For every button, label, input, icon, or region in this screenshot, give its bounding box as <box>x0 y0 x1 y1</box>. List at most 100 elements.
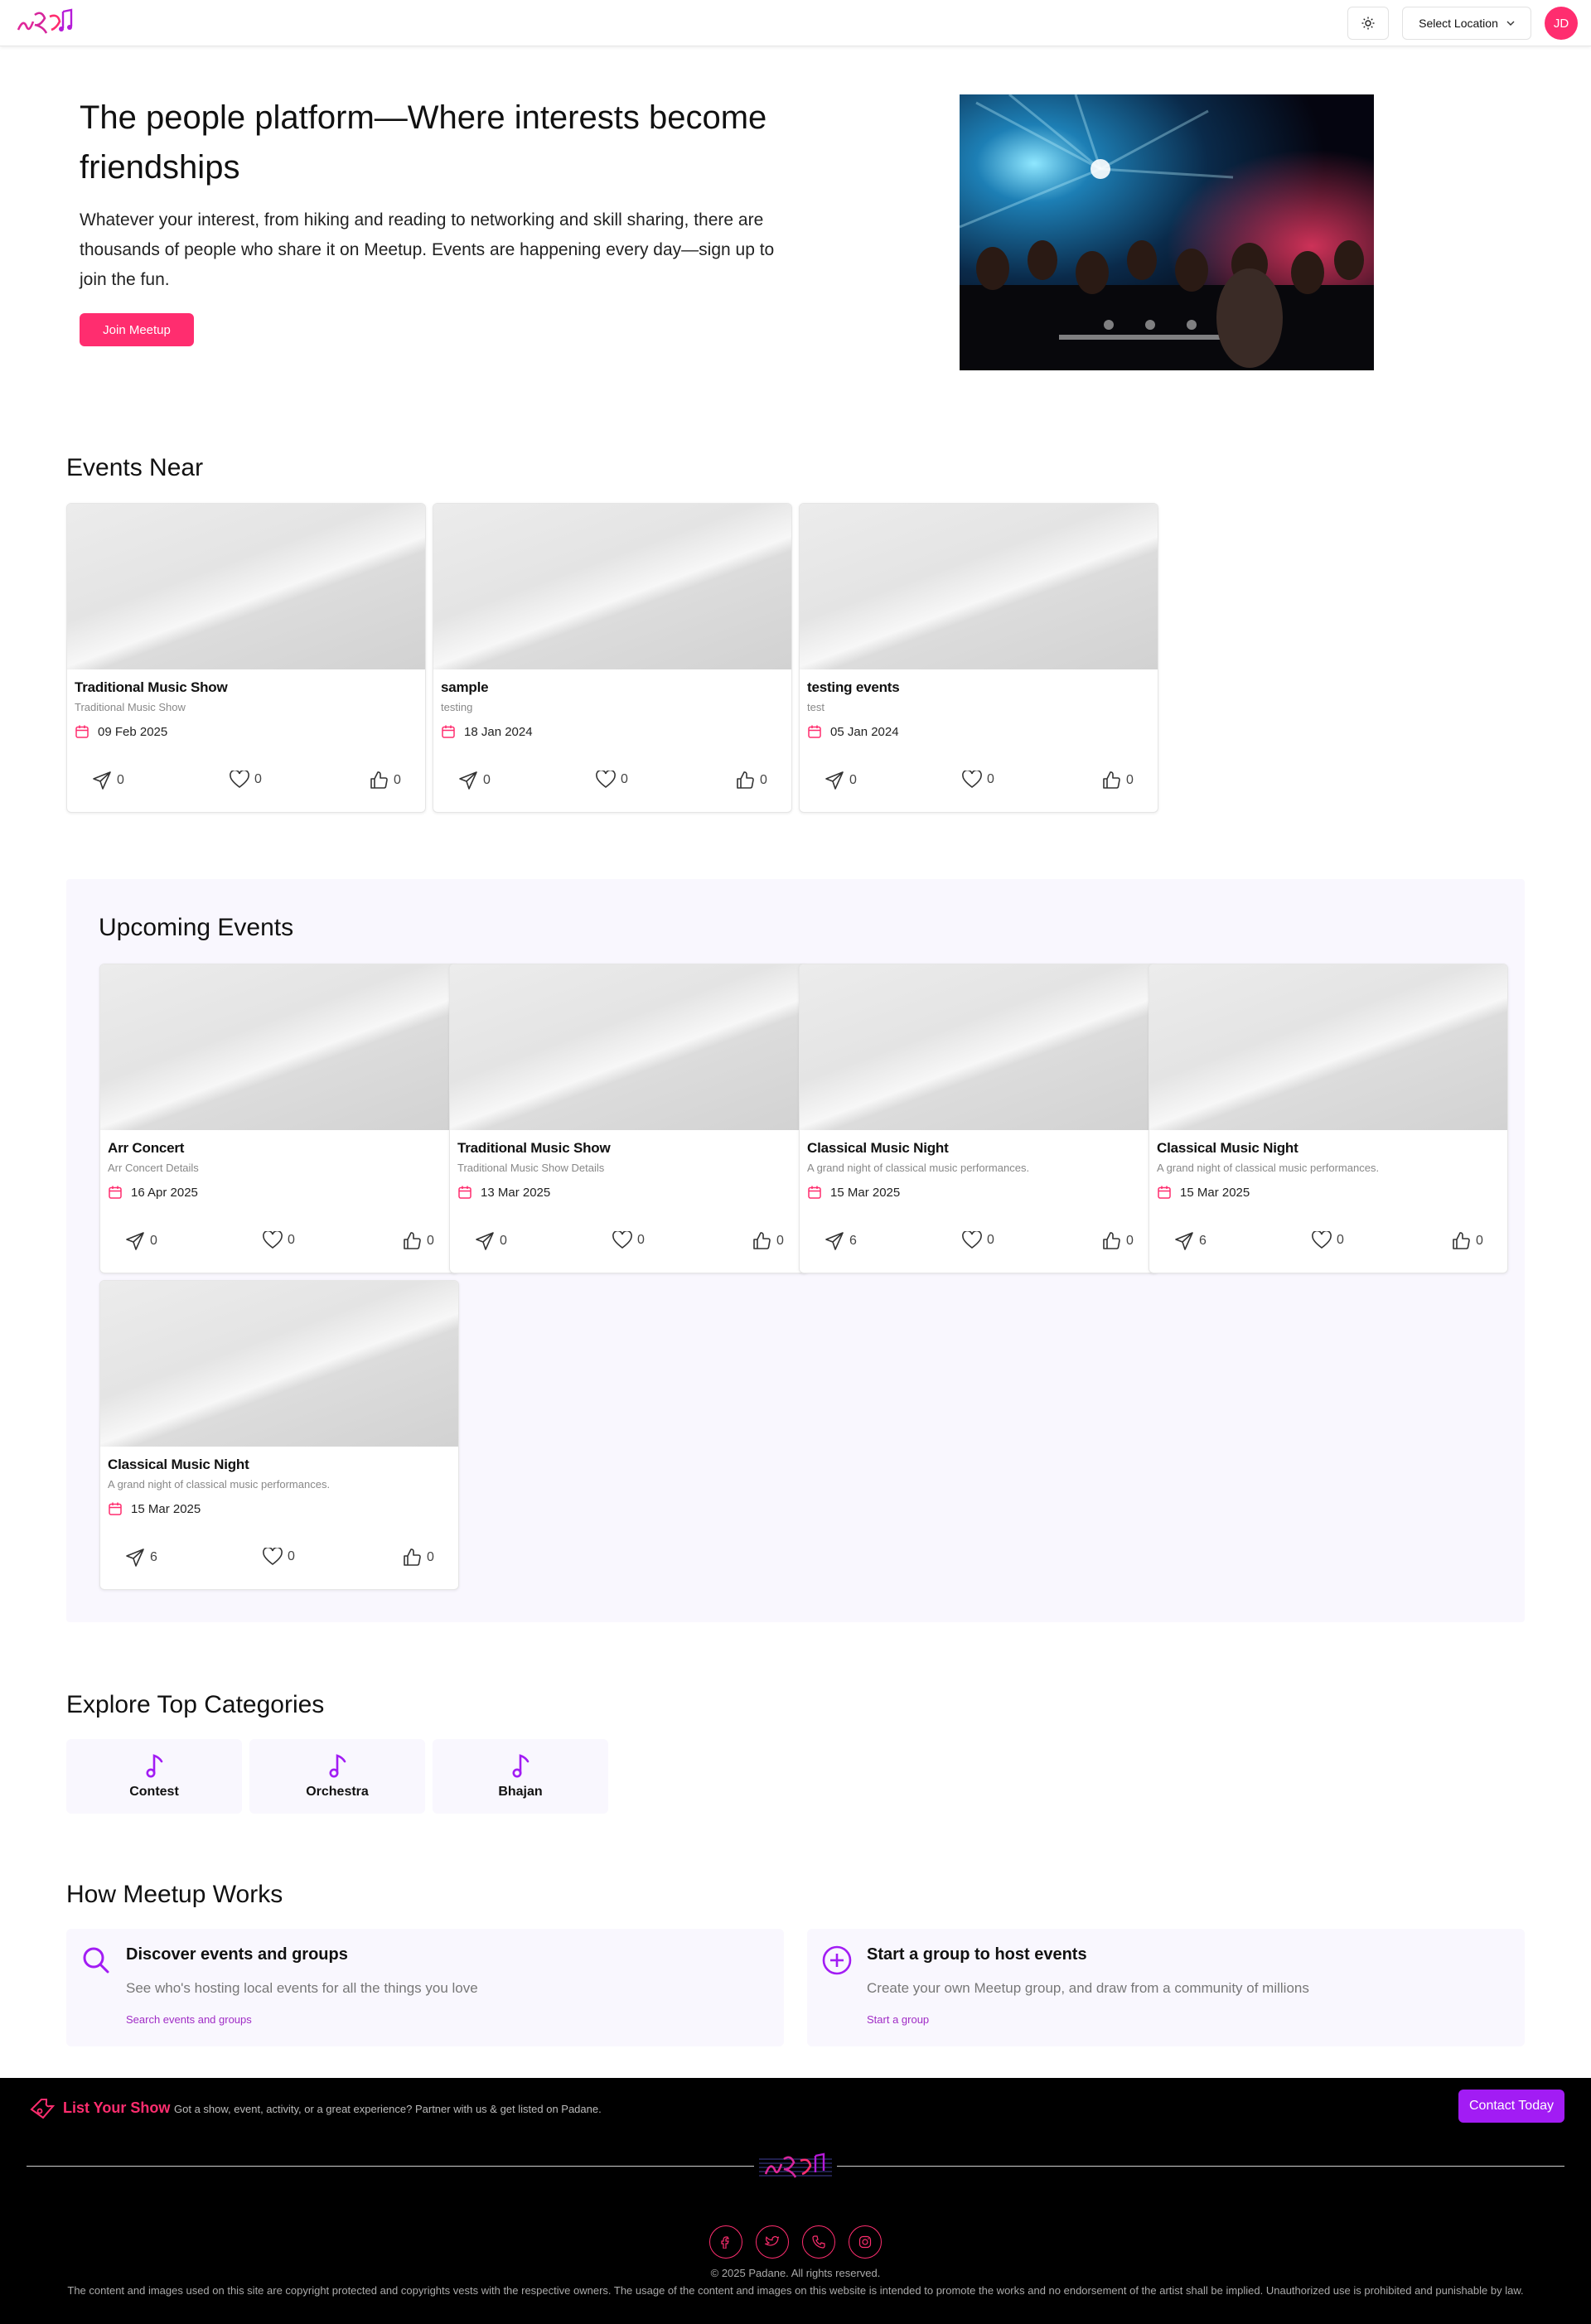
category-contest[interactable]: Contest <box>66 1739 242 1814</box>
share-button[interactable]: 0 <box>458 771 491 790</box>
category-label: Orchestra <box>306 1785 369 1799</box>
twitter-link[interactable] <box>756 2225 789 2259</box>
event-title[interactable]: Classical Music Night <box>108 1457 249 1473</box>
calendar-icon <box>442 725 455 738</box>
share-button[interactable]: 0 <box>92 771 124 790</box>
favorite-count: 0 <box>1337 1233 1344 1247</box>
event-image-placeholder[interactable] <box>100 1281 458 1447</box>
share-button[interactable]: 6 <box>1174 1231 1207 1251</box>
search-events-link[interactable]: Search events and groups <box>126 2013 252 2026</box>
favorite-count: 0 <box>987 772 994 786</box>
favorite-button[interactable]: 0 <box>596 771 628 789</box>
event-image-placeholder[interactable] <box>1149 964 1507 1130</box>
like-count: 0 <box>394 773 401 787</box>
favorite-button[interactable]: 0 <box>1312 1231 1344 1249</box>
favorite-count: 0 <box>288 1233 295 1247</box>
upcoming-events-title: Upcoming Events <box>99 914 294 941</box>
event-image-placeholder[interactable] <box>67 504 425 669</box>
join-meetup-button[interactable]: Join Meetup <box>80 313 194 346</box>
favorite-button[interactable]: 0 <box>263 1548 295 1566</box>
like-button[interactable]: 0 <box>735 771 767 790</box>
event-card[interactable]: Traditional Music Show Traditional Music … <box>449 964 809 1273</box>
footer-logo[interactable] <box>759 2148 832 2184</box>
event-card[interactable]: Classical Music Night A grand night of cl… <box>1149 964 1508 1273</box>
event-image-placeholder[interactable] <box>800 964 1158 1130</box>
select-location-label: Select Location <box>1419 17 1498 30</box>
category-orchestra[interactable]: Orchestra <box>249 1739 425 1814</box>
favorite-button[interactable]: 0 <box>230 771 262 789</box>
how-card-title: Start a group to host events <box>867 1945 1087 1964</box>
event-image-placeholder[interactable] <box>100 964 458 1130</box>
send-icon <box>476 1232 494 1250</box>
send-icon <box>126 1232 144 1250</box>
event-image-placeholder[interactable] <box>433 504 791 669</box>
share-button[interactable]: 6 <box>125 1548 157 1568</box>
event-title[interactable]: Traditional Music Show <box>457 1140 611 1157</box>
favorite-button[interactable]: 0 <box>612 1231 645 1249</box>
event-actions: 0 0 0 <box>100 1231 458 1256</box>
like-button[interactable]: 0 <box>402 1548 434 1568</box>
user-avatar[interactable]: JD <box>1545 7 1578 40</box>
event-actions: 6 0 0 <box>1149 1231 1507 1256</box>
send-icon <box>459 771 477 790</box>
like-count: 0 <box>776 1234 784 1248</box>
event-card[interactable]: testing events test 05 Jan 2024 0 0 0 <box>799 503 1158 813</box>
share-count: 6 <box>150 1550 157 1564</box>
event-title[interactable]: testing events <box>807 679 900 696</box>
facebook-link[interactable] <box>709 2225 742 2259</box>
favorite-button[interactable]: 0 <box>263 1231 295 1249</box>
favorite-count: 0 <box>987 1233 994 1247</box>
like-count: 0 <box>760 773 767 787</box>
heart-icon <box>263 1231 283 1249</box>
padane-logo[interactable] <box>15 5 78 41</box>
event-actions: 0 0 0 <box>67 771 425 795</box>
twitter-icon <box>765 2236 780 2246</box>
event-title[interactable]: sample <box>441 679 489 696</box>
like-button[interactable]: 0 <box>1101 1231 1134 1251</box>
favorite-button[interactable]: 0 <box>962 771 994 789</box>
event-subtitle: A grand night of classical music perform… <box>108 1478 331 1491</box>
select-location-button[interactable]: Select Location <box>1402 7 1531 40</box>
heart-icon <box>230 771 249 789</box>
footer-divider-right <box>837 2166 1564 2167</box>
phone-link[interactable] <box>802 2225 835 2259</box>
event-card[interactable]: sample testing 18 Jan 2024 0 0 0 <box>433 503 792 813</box>
category-label: Bhajan <box>498 1785 543 1799</box>
event-card[interactable]: Arr Concert Arr Concert Details 16 Apr 202… <box>99 964 459 1273</box>
event-title[interactable]: Arr Concert <box>108 1140 184 1157</box>
share-button[interactable]: 6 <box>825 1231 857 1251</box>
event-card[interactable]: Classical Music Night A grand night of cl… <box>99 1280 459 1590</box>
event-title[interactable]: Classical Music Night <box>807 1140 949 1157</box>
event-title[interactable]: Traditional Music Show <box>75 679 228 696</box>
category-bhajan[interactable]: Bhajan <box>433 1739 608 1814</box>
event-card[interactable]: Traditional Music Show Traditional Music … <box>66 503 426 813</box>
share-count: 0 <box>500 1234 507 1248</box>
calendar-icon <box>109 1502 122 1515</box>
like-button[interactable]: 0 <box>369 771 401 790</box>
share-button[interactable]: 0 <box>125 1231 157 1251</box>
like-button[interactable]: 0 <box>752 1231 784 1251</box>
like-button[interactable]: 0 <box>402 1231 434 1251</box>
event-date-text: 09 Feb 2025 <box>98 724 168 739</box>
heart-icon <box>962 1231 982 1249</box>
event-date: 18 Jan 2024 <box>441 724 533 739</box>
like-button[interactable]: 0 <box>1451 1231 1483 1251</box>
event-image-placeholder[interactable] <box>800 504 1158 669</box>
how-card-text: See who's hosting local events for all t… <box>126 1980 478 1996</box>
share-button[interactable]: 0 <box>475 1231 507 1251</box>
theme-toggle-button[interactable] <box>1347 7 1389 40</box>
start-group-link[interactable]: Start a group <box>867 2013 929 2026</box>
like-count: 0 <box>427 1550 434 1564</box>
favorite-button[interactable]: 0 <box>962 1231 994 1249</box>
contact-today-button[interactable]: Contact Today <box>1458 2090 1564 2123</box>
like-button[interactable]: 0 <box>1101 771 1134 790</box>
event-title[interactable]: Classical Music Night <box>1157 1140 1298 1157</box>
event-card[interactable]: Classical Music Night A grand night of cl… <box>799 964 1158 1273</box>
event-subtitle: Traditional Music Show <box>75 701 186 713</box>
thumbs-up-icon <box>753 1232 771 1249</box>
share-button[interactable]: 0 <box>825 771 857 790</box>
event-image-placeholder[interactable] <box>450 964 808 1130</box>
instagram-link[interactable] <box>849 2225 882 2259</box>
hero-title: The people platform—Where interests beco… <box>80 99 767 186</box>
search-icon <box>83 1947 109 1974</box>
